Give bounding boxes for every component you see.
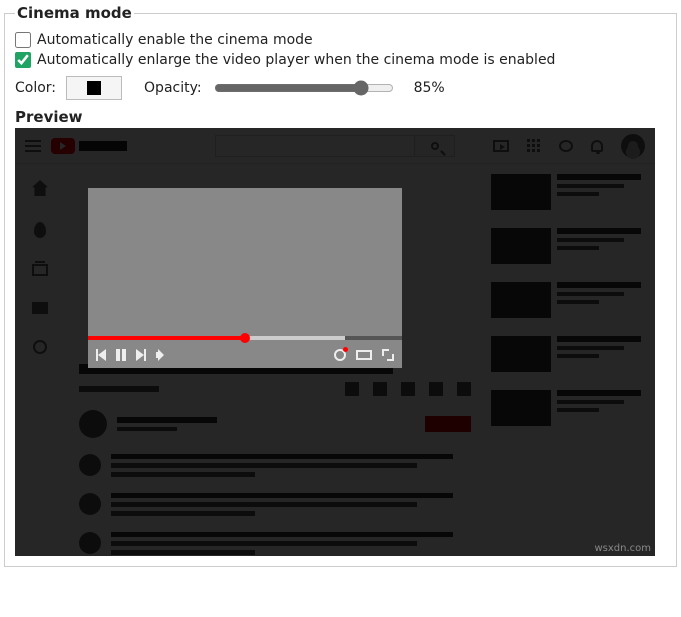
- account-avatar-icon: [621, 134, 645, 158]
- under-video: [79, 364, 471, 555]
- comment-row: [79, 454, 471, 477]
- settings-icon: [334, 349, 346, 361]
- save-icon: [429, 382, 443, 396]
- masthead-right-icons: [493, 134, 645, 158]
- create-icon: [493, 140, 509, 152]
- progress-bar: [88, 336, 402, 340]
- channel-row: [79, 410, 471, 438]
- comment-avatar-icon: [79, 454, 101, 476]
- related-column: [491, 174, 641, 546]
- history-icon: [33, 340, 47, 354]
- related-item: [491, 336, 641, 372]
- mock-sidebar: [15, 164, 65, 556]
- preview-area: wsxdn.com: [15, 128, 655, 556]
- watermark: wsxdn.com: [594, 543, 651, 554]
- color-picker[interactable]: [66, 76, 122, 100]
- related-item: [491, 228, 641, 264]
- hamburger-icon: [25, 140, 41, 152]
- color-label: Color:: [15, 80, 56, 96]
- masthead: [15, 128, 655, 164]
- share-icon: [401, 382, 415, 396]
- related-item: [491, 174, 641, 210]
- view-count-skel: [79, 386, 159, 392]
- progress-buffered: [245, 336, 345, 340]
- search-icon: [431, 142, 439, 150]
- channel-name-skel: [117, 417, 217, 423]
- cinema-mode-section: Cinema mode Automatically enable the cin…: [4, 4, 677, 567]
- pause-icon: [116, 349, 126, 361]
- subscribe-button: [425, 416, 471, 432]
- subscriptions-icon: [32, 264, 48, 276]
- subscriber-count-skel: [117, 427, 177, 431]
- opacity-slider[interactable]: [214, 80, 394, 96]
- auto-enlarge-checkbox[interactable]: [15, 52, 31, 68]
- related-item: [491, 390, 641, 426]
- auto-enable-row: Automatically enable the cinema mode: [15, 32, 666, 48]
- previous-icon: [96, 349, 106, 361]
- comment-avatar-icon: [79, 532, 101, 554]
- player-controls: [88, 342, 402, 368]
- section-title: Cinema mode: [15, 4, 134, 22]
- volume-icon: [156, 349, 170, 361]
- opacity-label: Opacity:: [144, 80, 202, 96]
- apps-grid-icon: [527, 139, 541, 153]
- channel-avatar-icon: [79, 410, 107, 438]
- color-swatch: [87, 81, 101, 95]
- comment-row: [79, 532, 471, 555]
- appearance-controls-row: Color: Opacity: 85%: [15, 76, 666, 100]
- notifications-bell-icon: [591, 140, 603, 152]
- theater-mode-icon: [356, 350, 372, 360]
- comment-row: [79, 493, 471, 516]
- dislike-icon: [373, 382, 387, 396]
- progress-played: [88, 336, 245, 340]
- video-player: [88, 188, 402, 368]
- opacity-value: 85%: [414, 80, 445, 96]
- settings-badge: [343, 347, 348, 352]
- home-icon: [32, 180, 48, 196]
- next-icon: [136, 349, 146, 361]
- preview-label: Preview: [15, 108, 666, 126]
- youtube-logo: [51, 138, 127, 154]
- messages-icon: [559, 140, 573, 152]
- auto-enable-label[interactable]: Automatically enable the cinema mode: [37, 32, 313, 48]
- search-input: [215, 135, 415, 157]
- fullscreen-icon: [382, 349, 394, 361]
- search-box: [215, 135, 455, 157]
- search-button: [415, 135, 455, 157]
- like-icon: [345, 382, 359, 396]
- auto-enlarge-row: Automatically enlarge the video player w…: [15, 52, 666, 68]
- youtube-wordmark: [79, 141, 127, 151]
- more-icon: [457, 382, 471, 396]
- trending-icon: [34, 222, 46, 238]
- auto-enlarge-label[interactable]: Automatically enlarge the video player w…: [37, 52, 555, 68]
- related-item: [491, 282, 641, 318]
- comment-avatar-icon: [79, 493, 101, 515]
- library-icon: [32, 302, 48, 314]
- auto-enable-checkbox[interactable]: [15, 32, 31, 48]
- youtube-play-icon: [51, 138, 75, 154]
